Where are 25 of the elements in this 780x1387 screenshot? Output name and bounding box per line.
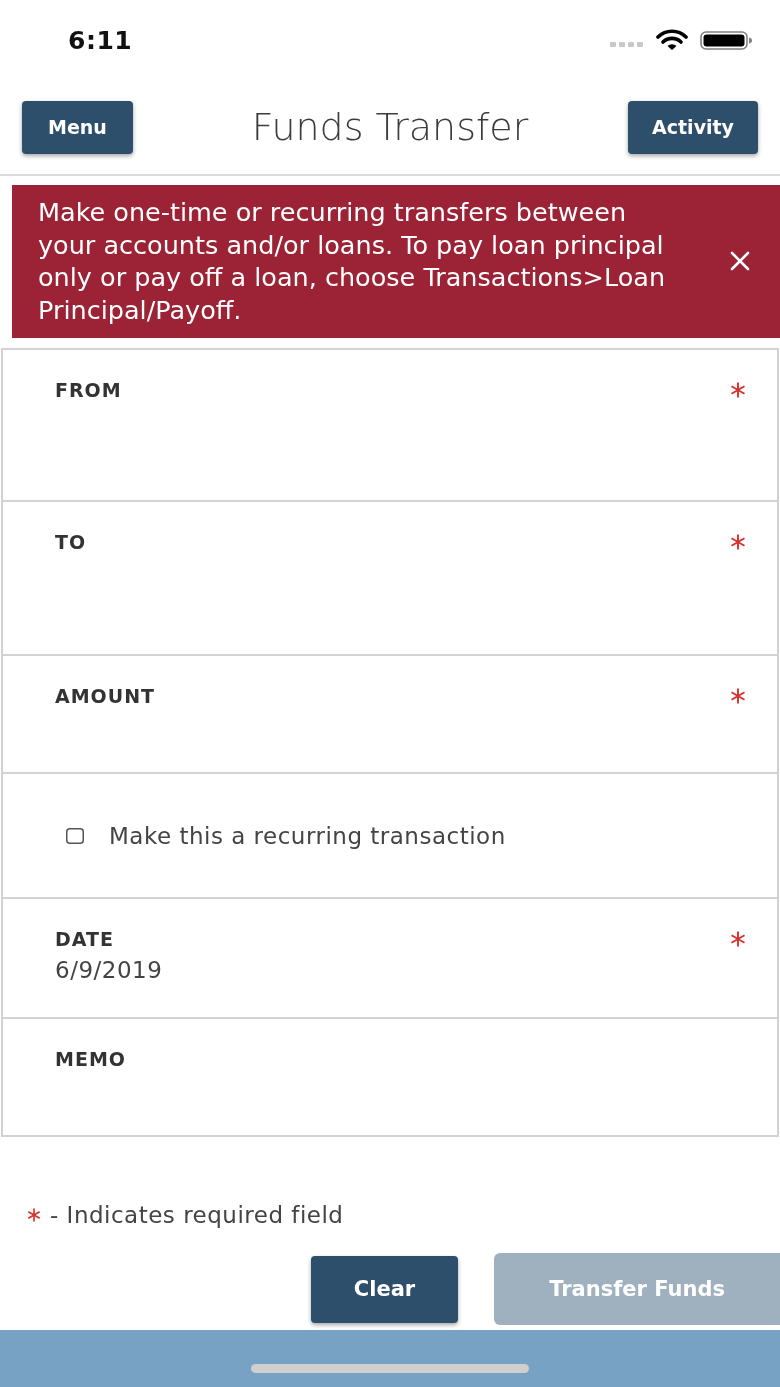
checkbox-label[interactable]: Make this a recurring transaction <box>109 822 506 849</box>
page-title: Funds Transfer <box>251 105 529 149</box>
field-label: AMOUNT <box>55 685 156 707</box>
status-time: 6:11 <box>68 25 133 55</box>
banner-message: Make one-time or recurring transfers between your accounts and/or loans. To pay loan principal only or pay off a loan, choose Transactions>Loan Principal/Payoff. <box>38 196 667 326</box>
field-value: 6/9/2019 <box>55 957 163 983</box>
close-icon[interactable] <box>730 251 750 271</box>
input-field[interactable]: AMOUNT <box>1 656 779 774</box>
date-field[interactable]: DATE 6/9/2019 <box>1 899 779 1019</box>
required-note: - Indicates required field <box>50 1202 344 1228</box>
wifi-icon <box>656 29 688 51</box>
dropdown-field[interactable]: FROM <box>1 348 779 502</box>
input-field[interactable]: MEMO <box>1 1019 779 1137</box>
dropdown-field[interactable]: TO <box>1 502 779 656</box>
clear-button[interactable]: Clear <box>310 1255 459 1323</box>
field-label: DATE <box>55 928 114 950</box>
checkbox-icon[interactable] <box>66 827 84 844</box>
required-asterisk-icon <box>27 1208 41 1222</box>
field-label: TO <box>55 531 87 553</box>
field-label: FROM <box>55 379 122 401</box>
battery-icon <box>700 30 752 50</box>
field-label: MEMO <box>55 1048 126 1070</box>
menu-button[interactable]: Menu <box>22 100 133 154</box>
activity-button[interactable]: Activity <box>628 100 758 154</box>
signal-icon <box>610 41 644 47</box>
